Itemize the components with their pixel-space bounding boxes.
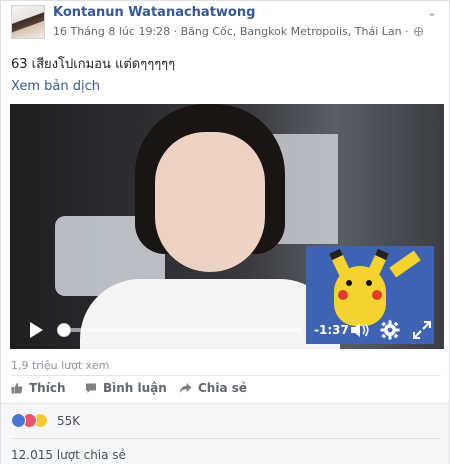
see-translation-link[interactable]: Xem bản dịch	[11, 79, 100, 94]
like-label: Thích	[29, 381, 66, 395]
post-timestamp-location[interactable]: 16 Tháng 8 lúc 19:28 · Băng Cốc, Bangkok…	[53, 25, 409, 38]
view-count[interactable]: 1,9 triệu lượt xem	[11, 359, 109, 372]
progress-handle[interactable]	[57, 323, 71, 337]
post-meta: 16 Tháng 8 lúc 19:28 · Băng Cốc, Bangkok…	[53, 25, 424, 38]
author-name[interactable]: Kontanun Watanachatwong	[53, 5, 255, 20]
share-count[interactable]: 12.015 lượt chia sẻ	[11, 448, 126, 462]
video-person-face	[155, 132, 265, 272]
comment-icon	[86, 383, 96, 393]
comment-button[interactable]: Bình luận	[85, 381, 167, 395]
post-text: 63 เสียงโปเกมอน แต่ดๆๆๆๆๆ	[11, 57, 176, 72]
pikachu-tail	[389, 250, 421, 278]
like-reaction-icon	[11, 413, 26, 428]
post-footer: 55K 12.015 lượt chia sẻ	[1, 403, 449, 464]
chevron-down-icon[interactable]: ⌄	[425, 6, 439, 18]
reaction-count[interactable]: 55K	[57, 414, 80, 428]
pikachu-cheek-left	[338, 290, 348, 300]
pikachu-cheek-right	[372, 290, 382, 300]
gear-icon[interactable]	[380, 320, 400, 340]
thumbs-up-icon	[11, 383, 23, 394]
pikachu-eye-left	[346, 280, 352, 286]
share-label: Chia sẻ	[198, 381, 248, 395]
divider	[11, 375, 441, 376]
expand-icon[interactable]	[412, 320, 432, 340]
post-header: Kontanun Watanachatwong 16 Tháng 8 lúc 1…	[1, 1, 449, 45]
share-button[interactable]: Chia sẻ	[179, 381, 247, 395]
globe-icon[interactable]	[414, 27, 424, 36]
progress-track[interactable]	[62, 328, 302, 332]
play-icon[interactable]	[30, 322, 43, 338]
video-controls: -1:37	[10, 311, 444, 349]
video-player[interactable]: -1:37	[10, 104, 444, 349]
share-arrow-icon	[179, 383, 192, 393]
post-card: Kontanun Watanachatwong 16 Tháng 8 lúc 1…	[0, 0, 450, 464]
pikachu-eye-right	[366, 280, 372, 286]
like-button[interactable]: Thích	[11, 381, 66, 395]
comment-label: Bình luận	[103, 381, 167, 395]
action-bar: Thích Bình luận Chia sẻ	[1, 377, 449, 401]
time-remaining: -1:37	[314, 323, 349, 337]
avatar[interactable]	[11, 5, 45, 39]
volume-icon[interactable]	[350, 322, 370, 338]
divider	[11, 438, 441, 439]
